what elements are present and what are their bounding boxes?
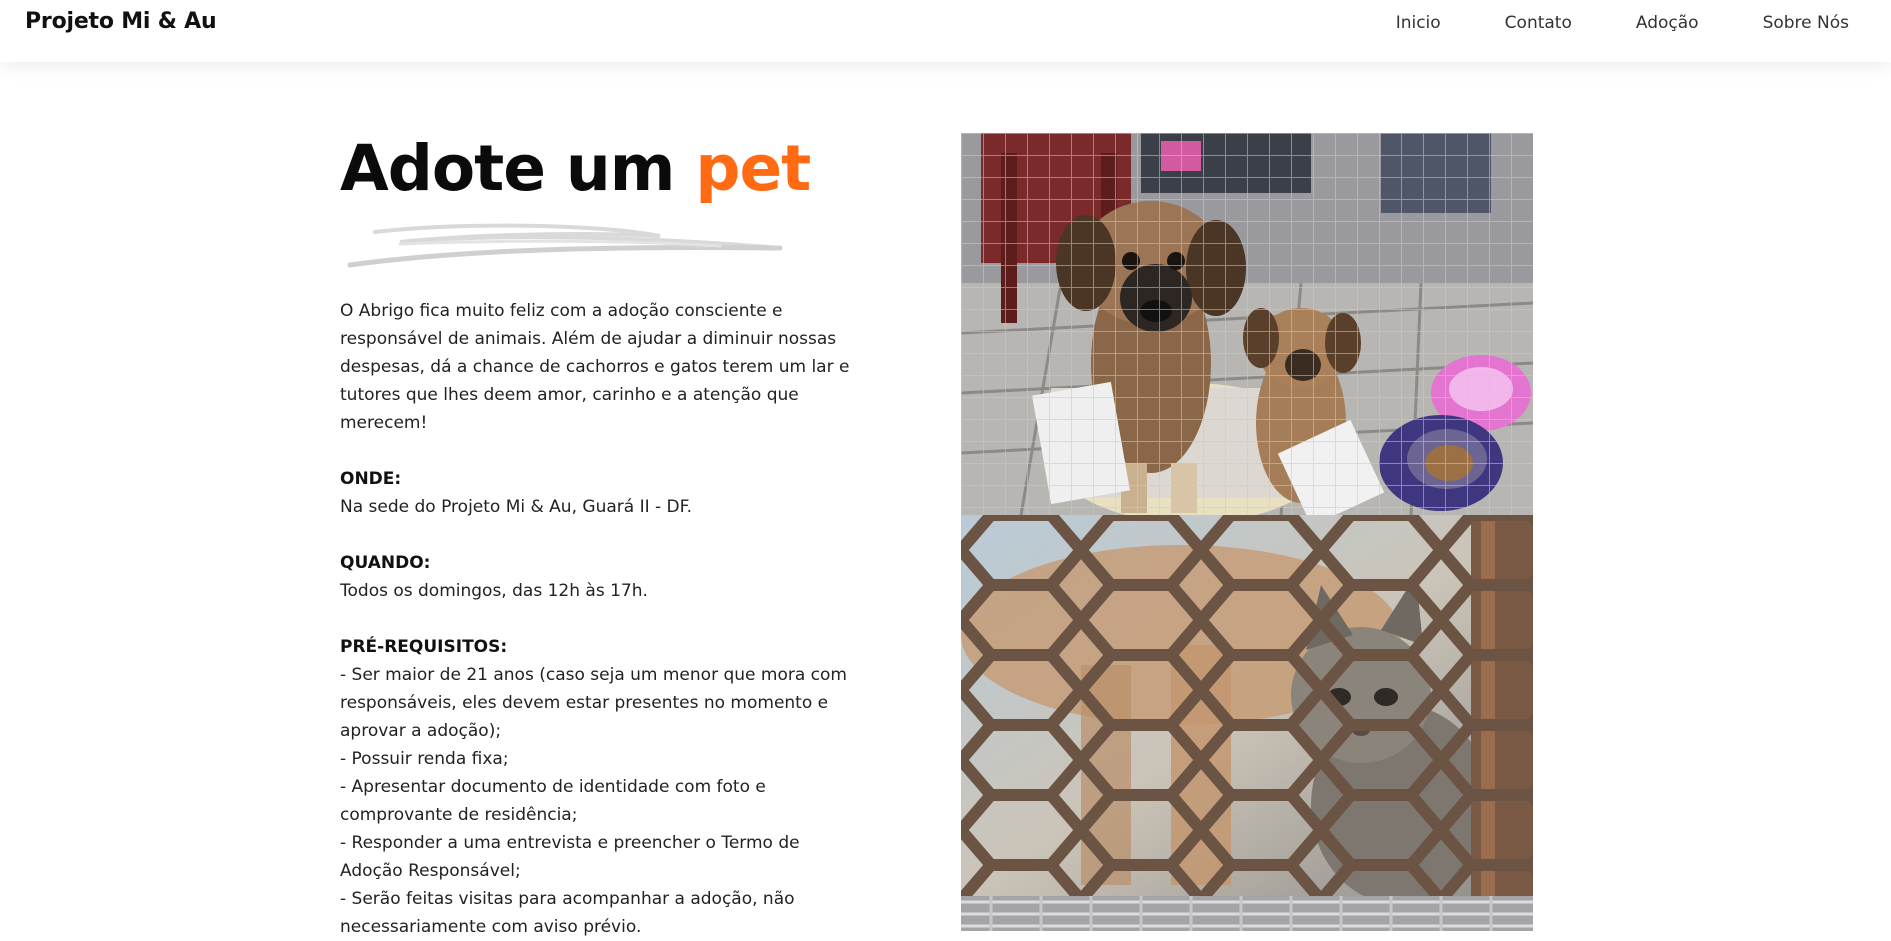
nav-link-adocao[interactable]: Adoção	[1636, 13, 1699, 33]
adoption-info: O Abrigo fica muito feliz com a adoção c…	[340, 297, 860, 941]
cage-photo-icon	[961, 896, 1533, 931]
cat-photo	[961, 515, 1533, 896]
dogs-photo	[961, 133, 1533, 515]
navbar: Projeto Mi & Au Inicio Contato Adoção So…	[0, 0, 1891, 62]
where-label: ONDE:	[340, 469, 402, 489]
page-title-accent: pet	[695, 132, 811, 205]
when-label: QUANDO:	[340, 553, 431, 573]
nav-menu: Inicio Contato Adoção Sobre Nós	[1332, 13, 1849, 33]
requirement-item: - Responder a uma entrevista e preencher…	[340, 833, 800, 881]
third-photo	[961, 896, 1533, 931]
nav-link-sobre-nos[interactable]: Sobre Nós	[1763, 13, 1849, 33]
brand-logo[interactable]: Projeto Mi & Au	[25, 9, 217, 34]
page-title-main: Adote um	[340, 132, 696, 205]
requirement-item: - Ser maior de 21 anos (caso seja um men…	[340, 665, 847, 741]
requirements-label: PRÉ-REQUISITOS:	[340, 637, 508, 657]
cat-photo-icon	[961, 515, 1533, 896]
where-text: Na sede do Projeto Mi & Au, Guará II - D…	[340, 497, 693, 517]
nav-link-contato[interactable]: Contato	[1505, 13, 1572, 33]
requirement-item: - Serão feitas visitas para acompanhar a…	[340, 889, 795, 937]
requirement-item: - Possuir renda fixa;	[340, 749, 509, 769]
page-title: Adote um pet	[340, 132, 811, 205]
requirement-item: - Apresentar documento de identidade com…	[340, 777, 766, 825]
when-text: Todos os domingos, das 12h às 17h.	[340, 581, 648, 601]
intro-text: O Abrigo fica muito feliz com a adoção c…	[340, 301, 850, 433]
nav-link-inicio[interactable]: Inicio	[1396, 13, 1441, 33]
dog-photo-icon	[961, 133, 1533, 515]
scribble-underline	[347, 223, 783, 268]
